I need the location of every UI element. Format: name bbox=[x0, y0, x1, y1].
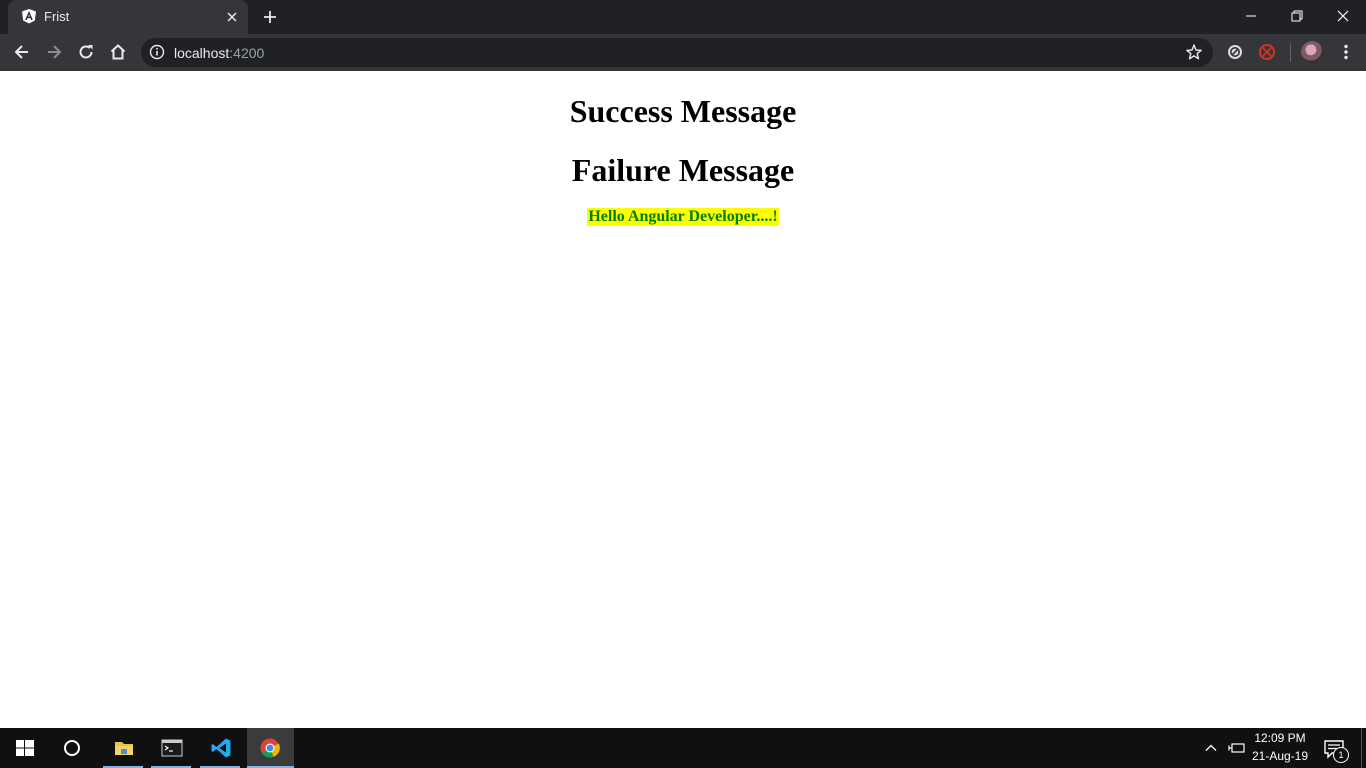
address-bar[interactable]: localhost:4200 bbox=[141, 38, 1213, 67]
extension-block-icon[interactable] bbox=[1226, 43, 1244, 61]
taskbar-vscode[interactable] bbox=[200, 728, 240, 768]
hello-container: Hello Angular Developer....! bbox=[0, 208, 1366, 226]
start-button[interactable] bbox=[4, 728, 44, 768]
extension-adblock-icon[interactable] bbox=[1258, 43, 1276, 61]
close-tab-icon[interactable] bbox=[224, 9, 240, 25]
windows-logo-icon bbox=[16, 740, 34, 756]
clock-time[interactable]: 12:09 PM bbox=[1254, 731, 1306, 745]
url-host: localhost bbox=[174, 45, 230, 61]
chrome-icon bbox=[260, 738, 280, 758]
windows-taskbar: 12:09 PM 21-Aug-19 1 bbox=[0, 728, 1366, 768]
url-port: :4200 bbox=[229, 45, 265, 61]
cortana-circle-icon bbox=[64, 740, 80, 756]
site-info-icon[interactable] bbox=[149, 44, 165, 60]
back-icon[interactable] bbox=[12, 42, 32, 62]
restore-icon[interactable] bbox=[1287, 6, 1307, 26]
url-text[interactable]: localhost:4200 bbox=[174, 45, 264, 61]
toolbar-divider bbox=[1290, 43, 1291, 62]
taskbar-terminal[interactable] bbox=[151, 728, 191, 768]
browser-toolbar: localhost:4200 bbox=[0, 34, 1366, 71]
browser-tab[interactable]: Frist bbox=[8, 0, 248, 34]
minimize-icon[interactable] bbox=[1241, 6, 1261, 26]
notification-badge: 1 bbox=[1333, 747, 1349, 763]
clock-date[interactable]: 21-Aug-19 bbox=[1250, 749, 1310, 763]
failure-heading: Failure Message bbox=[571, 152, 795, 188]
hello-message: Hello Angular Developer....! bbox=[587, 208, 779, 226]
forward-icon[interactable] bbox=[44, 42, 64, 62]
network-icon[interactable] bbox=[1228, 740, 1246, 756]
page-content: Success Message Failure Message Hello An… bbox=[0, 71, 1366, 728]
file-explorer-icon bbox=[115, 742, 133, 755]
angular-icon bbox=[22, 9, 36, 24]
tab-title: Frist bbox=[44, 9, 70, 24]
cortana-search-button[interactable] bbox=[51, 728, 91, 768]
terminal-icon bbox=[161, 739, 183, 757]
profile-avatar[interactable] bbox=[1301, 41, 1323, 63]
taskbar-file-explorer[interactable] bbox=[103, 728, 143, 768]
taskbar-chrome[interactable] bbox=[247, 728, 294, 768]
show-desktop-button[interactable] bbox=[1361, 728, 1362, 768]
more-menu-icon[interactable] bbox=[1336, 42, 1356, 62]
vscode-icon bbox=[211, 738, 231, 758]
close-window-icon[interactable] bbox=[1333, 6, 1353, 26]
chevron-up-icon[interactable] bbox=[1203, 740, 1219, 756]
bookmark-star-icon[interactable] bbox=[1185, 43, 1203, 61]
reload-icon[interactable] bbox=[76, 42, 96, 62]
home-icon[interactable] bbox=[108, 42, 128, 62]
success-heading: Success Message bbox=[569, 93, 797, 129]
browser-titlebar: Frist bbox=[0, 0, 1366, 34]
new-tab-icon[interactable] bbox=[261, 8, 279, 26]
